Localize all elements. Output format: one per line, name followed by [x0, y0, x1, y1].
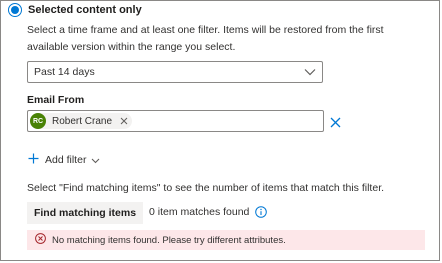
selected-content-option[interactable]: Selected content only	[8, 3, 142, 17]
find-matching-items-button[interactable]: Find matching items	[27, 202, 143, 224]
add-filter-button[interactable]: Add filter	[28, 151, 100, 169]
match-count: 0 item matches found	[149, 206, 268, 218]
clear-filter-icon[interactable]	[330, 115, 341, 133]
info-icon[interactable]	[255, 206, 268, 218]
selected-content-label: Selected content only	[28, 4, 142, 16]
radio-button[interactable]	[8, 3, 22, 17]
email-from-label: Email From	[27, 94, 85, 106]
error-icon	[35, 231, 46, 249]
description-text: Select a time frame and at least one fil…	[27, 24, 384, 53]
persona-chip: RC Robert Crane	[30, 113, 133, 129]
time-range-dropdown[interactable]: Past 14 days	[27, 61, 323, 83]
error-message-text: No matching items found. Please try diff…	[52, 234, 286, 246]
time-range-value: Past 14 days	[34, 66, 95, 78]
avatar: RC	[30, 113, 46, 129]
match-count-text: 0 item matches found	[149, 206, 250, 218]
matching-hint-text: Select "Find matching items" to see the …	[27, 182, 385, 194]
plus-icon	[28, 151, 39, 169]
error-message-bar: No matching items found. Please try diff…	[27, 230, 425, 250]
email-from-picker[interactable]: RC Robert Crane	[27, 110, 324, 132]
chevron-down-icon	[91, 151, 100, 169]
persona-name: Robert Crane	[52, 115, 113, 127]
chevron-down-icon	[304, 68, 316, 76]
add-filter-label: Add filter	[45, 154, 87, 166]
remove-chip-icon[interactable]	[120, 117, 128, 125]
